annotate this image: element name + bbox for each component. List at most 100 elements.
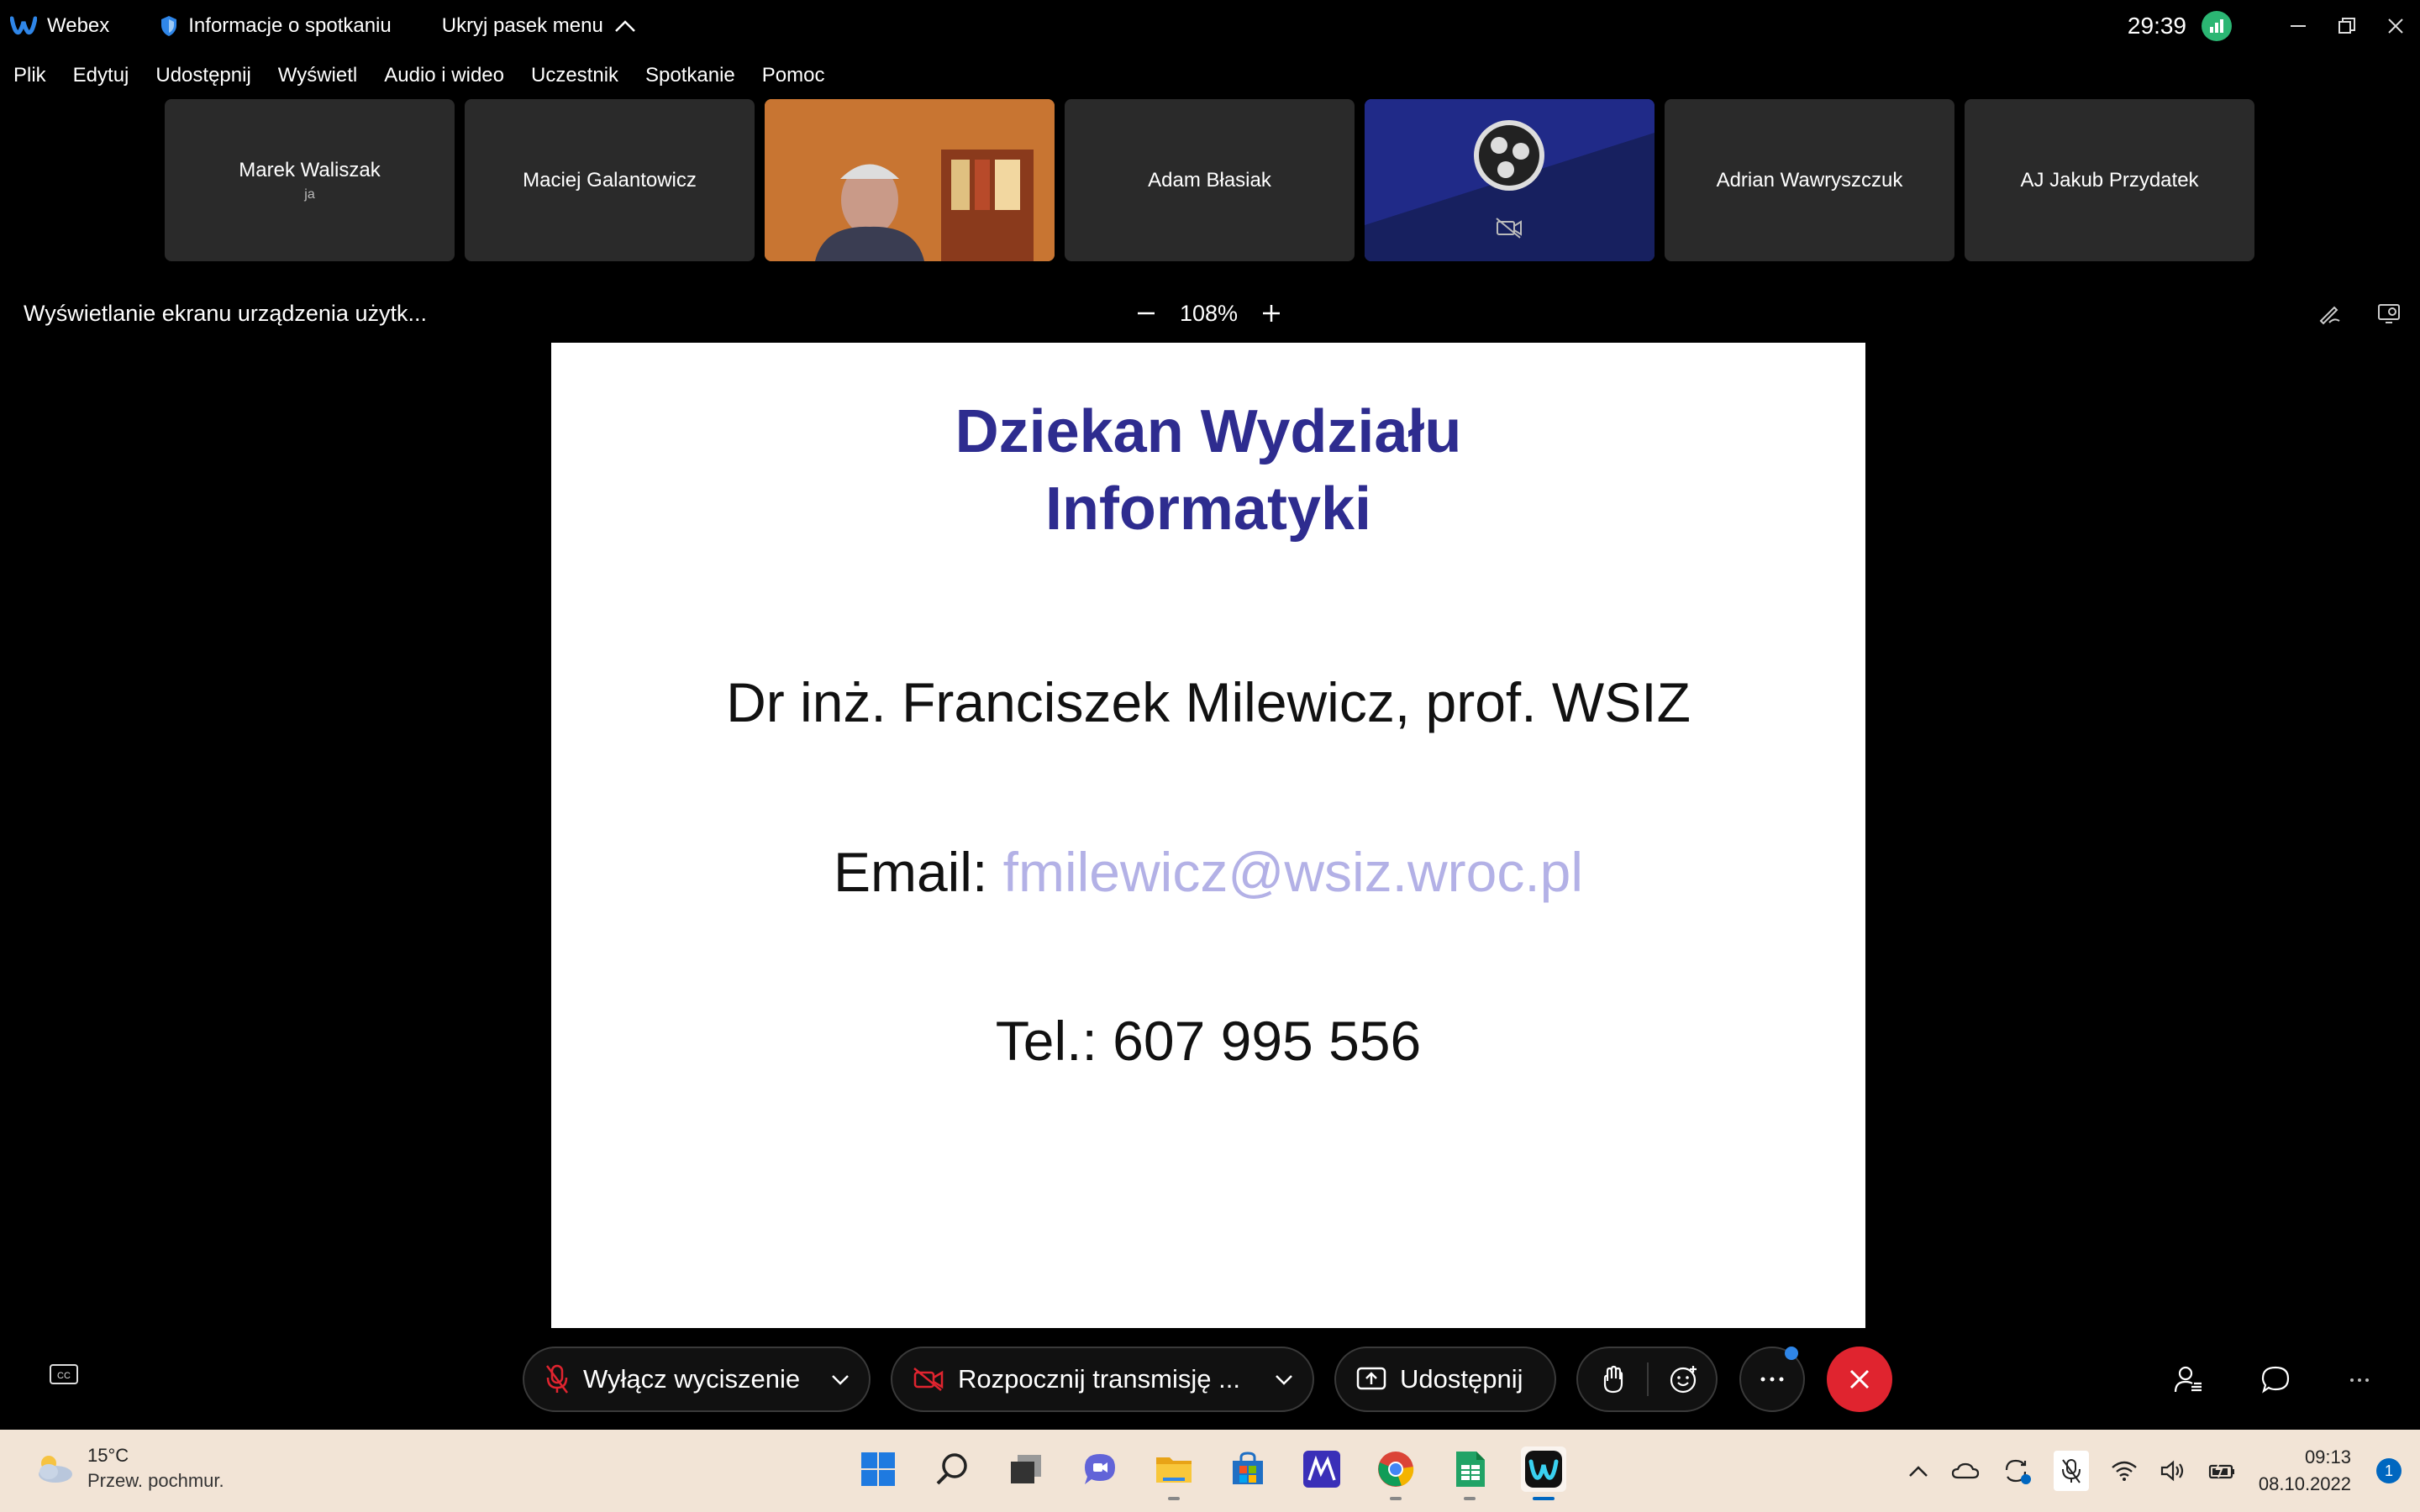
slide-email-address: fmilewicz@wsiz.wroc.pl [1002, 841, 1584, 903]
webex-app-icon [1525, 1451, 1562, 1488]
participant-name: AJ Jakub Przydatek [2020, 168, 2199, 192]
sync-icon[interactable] [2002, 1457, 2032, 1485]
battery-icon[interactable] [2208, 1459, 2237, 1483]
microphone-in-use-icon[interactable] [2053, 1451, 2089, 1491]
start-video-button[interactable]: Rozpocznij transmisję ... [891, 1347, 1314, 1412]
emoji-add-icon [1670, 1366, 1697, 1394]
zoom-controls: 108% [1136, 301, 1281, 327]
video-off-icon [1496, 218, 1522, 239]
participant-tile[interactable]: Adrian Wawryszczuk [1665, 99, 1954, 261]
hide-menu-button[interactable]: Ukryj pasek menu [442, 14, 637, 38]
minimize-button[interactable] [2274, 0, 2323, 52]
menu-participant[interactable]: Uczestnik [531, 64, 618, 87]
svg-text:CC: CC [57, 1371, 71, 1381]
participant-name: Adam Błasiak [1148, 168, 1271, 192]
chevron-down-icon[interactable] [1274, 1373, 1294, 1386]
microsoft-store-button[interactable] [1225, 1446, 1270, 1492]
meeting-control-bar: CC Wyłącz wyciszenie Rozpocznij transmis… [0, 1329, 2420, 1430]
search-button[interactable] [929, 1446, 975, 1492]
clock-time: 09:13 [2304, 1446, 2351, 1467]
system-tray: 09:13 08.10.2022 1 [1907, 1430, 2420, 1512]
raise-hand-button[interactable] [1600, 1364, 1627, 1394]
menu-file[interactable]: Plik [13, 64, 46, 87]
reactions-button[interactable] [1669, 1364, 1699, 1394]
participant-strip: Marek Waliszak ja Maciej Galantowicz Ada… [165, 99, 2254, 261]
restore-button[interactable] [2323, 0, 2371, 52]
cloudy-weather-icon [39, 1456, 72, 1483]
notification-badge[interactable]: 1 [2376, 1458, 2402, 1483]
more-panels-button[interactable] [2349, 1373, 2370, 1388]
zoom-out-button[interactable] [1136, 303, 1156, 323]
leave-meeting-button[interactable] [1827, 1347, 1892, 1412]
meeting-timer: 29:39 [2127, 13, 2186, 39]
webex-app-menu[interactable]: Webex [10, 14, 109, 38]
chrome-button[interactable] [1373, 1446, 1418, 1500]
participant-name: Adrian Wawryszczuk [1716, 168, 1903, 192]
task-view-button[interactable] [1003, 1446, 1049, 1492]
onedrive-icon[interactable] [1951, 1461, 1980, 1481]
app-m-button[interactable] [1299, 1446, 1344, 1492]
chat-panel-button[interactable] [2260, 1364, 2291, 1399]
menu-view[interactable]: Wyświetl [278, 64, 357, 87]
more-options-button[interactable] [1739, 1347, 1805, 1412]
webex-logo-icon [10, 16, 37, 35]
closed-captions-button[interactable]: CC [49, 1362, 79, 1392]
teams-chat-button[interactable] [1077, 1446, 1123, 1492]
chat-icon [2261, 1366, 2290, 1394]
title-bar: Webex Informacje o spotkaniu Ukryj pasek… [0, 0, 2420, 52]
share-title: Wyświetlanie ekranu urządzenia użytk... [24, 300, 427, 326]
hide-menu-label: Ukryj pasek menu [441, 14, 603, 37]
file-explorer-button[interactable] [1151, 1446, 1197, 1500]
shield-icon [161, 16, 177, 36]
menu-share[interactable]: Udostępnij [155, 64, 250, 87]
participant-name: Maciej Galantowicz [523, 168, 697, 192]
video-off-icon [913, 1368, 944, 1391]
participant-tile[interactable]: Maciej Galantowicz [465, 99, 755, 261]
closed-captions-icon: CC [50, 1364, 78, 1384]
close-window-button[interactable] [2371, 0, 2420, 52]
chevron-down-icon[interactable] [830, 1373, 850, 1386]
microphone-muted-icon [546, 1364, 568, 1394]
wifi-icon[interactable] [2111, 1460, 2138, 1482]
unmute-button[interactable]: Wyłącz wyciszenie [523, 1347, 871, 1412]
task-view-icon [1011, 1455, 1041, 1483]
show-hidden-icons-button[interactable] [1907, 1463, 1929, 1478]
menu-audio-video[interactable]: Audio i wideo [384, 64, 504, 87]
participants-panel-button[interactable] [2173, 1364, 2203, 1399]
restore-icon [2338, 18, 2355, 34]
share-button[interactable]: Udostępnij [1334, 1347, 1556, 1412]
participant-tile[interactable]: Marek Waliszak ja [165, 99, 455, 261]
volume-icon[interactable] [2160, 1459, 2186, 1483]
meeting-info-button[interactable]: Informacje o spotkaniu [160, 14, 392, 38]
close-icon [1849, 1369, 1870, 1389]
network-health-icon[interactable] [2202, 11, 2232, 41]
system-clock[interactable]: 09:13 08.10.2022 [2259, 1446, 2351, 1495]
zoom-in-button[interactable] [1261, 303, 1281, 323]
menu-meeting[interactable]: Spotkanie [645, 64, 735, 87]
menu-help[interactable]: Pomoc [762, 64, 825, 87]
divider [1647, 1362, 1649, 1396]
annotate-icon[interactable] [2317, 301, 2343, 326]
clock-date: 08.10.2022 [2258, 1473, 2351, 1494]
running-indicator [1168, 1497, 1180, 1500]
participant-video-tile[interactable] [765, 99, 1055, 261]
share-label: Udostępnij [1400, 1364, 1523, 1394]
chrome-icon [1378, 1452, 1414, 1487]
share-view-options-icon[interactable] [2376, 301, 2402, 326]
participant-self-label: ja [304, 186, 315, 202]
spreadsheet-app-button[interactable] [1447, 1446, 1492, 1500]
close-icon [2388, 18, 2403, 34]
weather-description: Przew. pochmur. [87, 1470, 224, 1491]
slide-phone: Tel.: 607 995 556 [995, 1010, 1422, 1072]
participant-tile[interactable]: Adam Błasiak [1065, 99, 1355, 261]
shared-screen-slide: Dziekan Wydziału Informatyki Dr inż. Fra… [551, 343, 1865, 1328]
share-screen-icon [1356, 1367, 1386, 1390]
weather-widget[interactable]: 15°C Przew. pochmur. [32, 1445, 224, 1492]
menu-edit[interactable]: Edytuj [73, 64, 129, 87]
webex-taskbar-button[interactable] [1521, 1446, 1566, 1500]
unmute-label: Wyłącz wyciszenie [583, 1364, 801, 1394]
running-indicator [1464, 1497, 1476, 1500]
participant-obs-tile[interactable] [1365, 99, 1655, 261]
participant-tile[interactable]: AJ Jakub Przydatek [1965, 99, 2254, 261]
start-button[interactable] [855, 1446, 901, 1492]
